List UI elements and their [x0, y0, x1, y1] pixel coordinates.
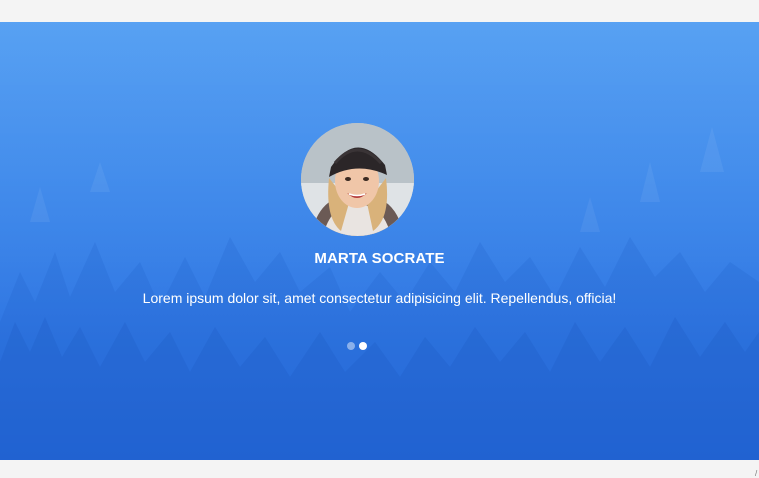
testimonial-quote: Lorem ipsum dolor sit, amet consectetur … — [142, 290, 617, 306]
top-page-strip — [0, 0, 759, 22]
testimonial-slide: MARTA SOCRATE Lorem ipsum dolor sit, ame… — [0, 22, 759, 460]
person-portrait-image — [301, 123, 414, 236]
carousel-pagination — [347, 342, 367, 352]
avatar — [301, 123, 414, 236]
carousel-dot-1[interactable] — [347, 342, 355, 350]
testimonial-author-name: MARTA SOCRATE — [314, 250, 445, 267]
page: MARTA SOCRATE Lorem ipsum dolor sit, ame… — [0, 0, 759, 478]
carousel-dot-2[interactable] — [359, 342, 367, 350]
bottom-page-strip — [0, 460, 759, 478]
testimonial-hero-section: MARTA SOCRATE Lorem ipsum dolor sit, ame… — [0, 22, 759, 460]
resize-handle-icon: / — [755, 469, 758, 478]
